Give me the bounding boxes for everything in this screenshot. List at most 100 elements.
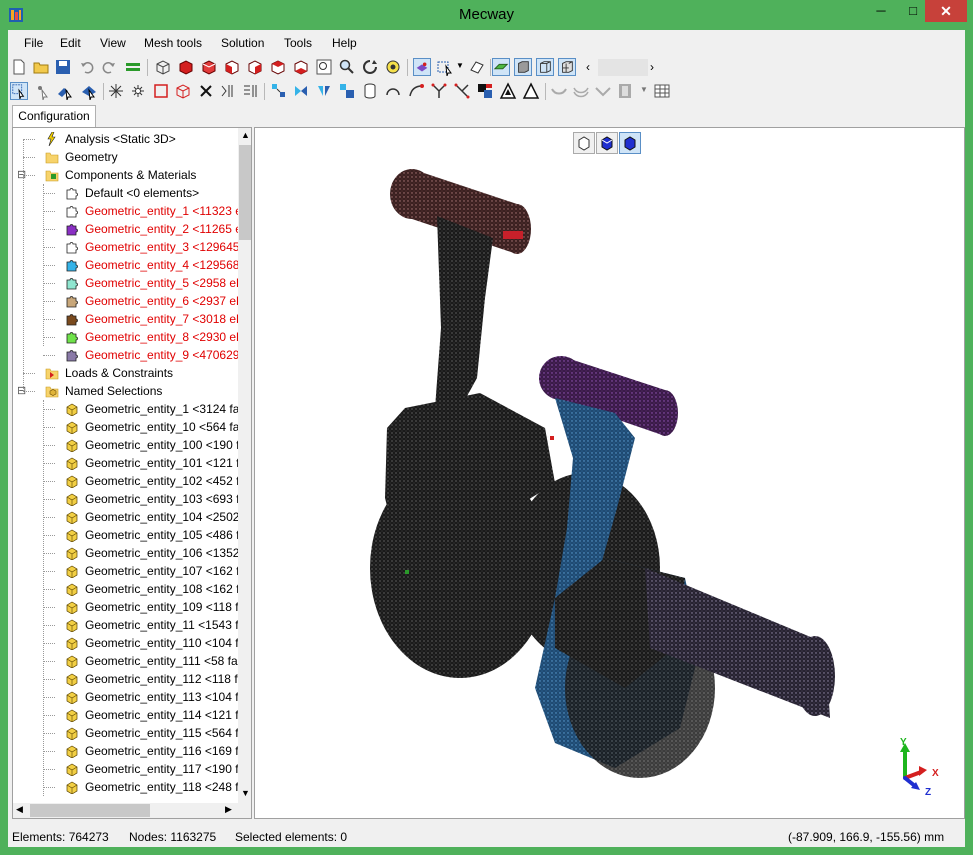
menu-help[interactable]: Help: [332, 36, 357, 50]
tree-item[interactable]: Geometric_entity_118 <248 fa: [13, 778, 245, 796]
open-folder-icon[interactable]: [32, 58, 50, 76]
tree-item[interactable]: Geometric_entity_11 <1543 fa: [13, 616, 245, 634]
node-move-icon[interactable]: [270, 82, 288, 100]
tree-item[interactable]: Geometric_entity_6 <2937 ele: [13, 292, 245, 310]
menu-view[interactable]: View: [100, 36, 126, 50]
menu-solution[interactable]: Solution: [221, 36, 264, 50]
menu-edit[interactable]: Edit: [60, 36, 81, 50]
render-mode-icon[interactable]: [413, 58, 431, 76]
save-icon[interactable]: [54, 58, 72, 76]
tree-item[interactable]: Geometric_entity_109 <118 fa: [13, 598, 245, 616]
tree-item[interactable]: Geometric_entity_112 <118 fa: [13, 670, 244, 688]
shell-alt-icon[interactable]: [572, 82, 590, 100]
3d-viewport[interactable]: Y X Z: [254, 127, 965, 819]
equals-icon[interactable]: [124, 58, 142, 76]
curve-icon[interactable]: [407, 82, 425, 100]
merge-icon[interactable]: [430, 82, 448, 100]
tree-item[interactable]: Geometric_entity_3 <129645: [13, 238, 239, 256]
arc-icon[interactable]: [384, 82, 402, 100]
tree-item[interactable]: Geometric_entity_9 <470629: [13, 346, 239, 364]
film-icon[interactable]: [616, 82, 634, 100]
rotate-icon[interactable]: [361, 58, 379, 76]
tree-item[interactable]: Geometric_entity_5 <2958 ele: [13, 274, 245, 292]
mesh-model[interactable]: [255, 128, 964, 818]
clip-icon[interactable]: [468, 58, 486, 76]
zoom-icon[interactable]: [338, 58, 356, 76]
tree-item[interactable]: Geometric_entity_110 <104 fa: [13, 634, 245, 652]
dropdown-arrow-icon[interactable]: ▼: [456, 61, 464, 70]
select-mode-icon[interactable]: [436, 58, 454, 76]
menu-file[interactable]: File: [24, 36, 43, 50]
extrude-icon[interactable]: [338, 82, 356, 100]
shell-alt2-icon[interactable]: [594, 82, 612, 100]
tree-item[interactable]: Geometric_entity_101 <121 fa: [13, 454, 246, 472]
node-star-icon[interactable]: [129, 82, 147, 100]
shaded-icon[interactable]: [492, 58, 510, 76]
tree-item[interactable]: Loads & Constraints: [13, 364, 239, 382]
table-icon[interactable]: [653, 82, 671, 100]
tree-item[interactable]: ⊟ Components & Materials: [13, 166, 239, 184]
select-node-icon[interactable]: [34, 82, 52, 100]
view-bottom-icon[interactable]: [292, 58, 310, 76]
redo-icon[interactable]: [100, 58, 118, 76]
tab-configuration[interactable]: Configuration: [12, 105, 96, 127]
scroll-right-icon[interactable]: ›: [650, 60, 654, 74]
paint-icon[interactable]: [476, 82, 494, 100]
measure-icon[interactable]: [219, 82, 237, 100]
tree-item[interactable]: Geometry: [13, 148, 239, 166]
solid-icon[interactable]: [514, 58, 532, 76]
align-icon[interactable]: [241, 82, 259, 100]
tree-item[interactable]: Geometric_entity_7 <3018 ele: [13, 310, 245, 328]
view-front-icon[interactable]: [177, 58, 195, 76]
select-element-icon[interactable]: [56, 82, 74, 100]
tree-item[interactable]: Geometric_entity_103 <693 fa: [13, 490, 246, 508]
select-face-icon[interactable]: [80, 82, 98, 100]
triangle-fill-icon[interactable]: [499, 82, 517, 100]
tree-item[interactable]: Analysis <Static 3D>: [13, 130, 239, 148]
tree-vertical-scrollbar[interactable]: ▲ ▼: [238, 128, 251, 803]
tree-item[interactable]: Geometric_entity_4 <129568: [13, 256, 239, 274]
scroll-left-icon[interactable]: ◀: [16, 804, 23, 815]
maximize-button[interactable]: □: [898, 0, 928, 22]
tree-item[interactable]: Geometric_entity_1 <11323 e: [13, 202, 242, 220]
new-file-icon[interactable]: [10, 58, 28, 76]
scroll-up-icon[interactable]: ▲: [241, 130, 250, 140]
cube-outline-icon[interactable]: [174, 82, 192, 100]
square-icon[interactable]: [152, 82, 170, 100]
scroll-right-icon[interactable]: ▶: [225, 804, 232, 815]
menu-tools[interactable]: Tools: [284, 36, 312, 50]
tree-hscroll-thumb[interactable]: [30, 804, 150, 817]
mirror-icon[interactable]: [315, 82, 333, 100]
tree-item[interactable]: Geometric_entity_105 <486 fa: [13, 526, 246, 544]
wireframe-cube-icon[interactable]: [154, 58, 172, 76]
tree-item[interactable]: Geometric_entity_104 <2502 f: [13, 508, 246, 526]
zoom-fit-icon[interactable]: [315, 58, 333, 76]
tree-scroll-thumb[interactable]: [239, 145, 251, 240]
minimize-button[interactable]: ─: [866, 0, 896, 22]
tree-item[interactable]: Geometric_entity_1 <3124 fac: [13, 400, 245, 418]
scroll-left-icon[interactable]: ‹: [586, 60, 590, 74]
tree-expander-icon[interactable]: ⊟: [17, 382, 26, 400]
tree-item[interactable]: Geometric_entity_10 <564 fac: [13, 418, 245, 436]
split-icon[interactable]: [453, 82, 471, 100]
triangle-icon[interactable]: [522, 82, 540, 100]
undo-icon[interactable]: [78, 58, 96, 76]
view-top-icon[interactable]: [269, 58, 287, 76]
mesh-icon[interactable]: [558, 58, 576, 76]
tree-item[interactable]: Default <0 elements>: [13, 184, 239, 202]
tree-item[interactable]: Geometric_entity_115 <564 fa: [13, 724, 245, 742]
view-back-icon[interactable]: [200, 58, 218, 76]
menu-mesh-tools[interactable]: Mesh tools: [144, 36, 202, 50]
shell-icon[interactable]: [550, 82, 568, 100]
cylinder-icon[interactable]: [361, 82, 379, 100]
tree-item[interactable]: Geometric_entity_108 <162 fa: [13, 580, 246, 598]
tree-item[interactable]: Geometric_entity_107 <162 fa: [13, 562, 246, 580]
tree-item[interactable]: Geometric_entity_106 <1352 f: [13, 544, 246, 562]
wire-icon[interactable]: [536, 58, 554, 76]
tree-item[interactable]: Geometric_entity_117 <190 fa: [13, 760, 245, 778]
tree-item[interactable]: ⊟ Named Selections: [13, 382, 239, 400]
configuration-tree[interactable]: Analysis <Static 3D> Geometry ⊟ Components …: [12, 127, 252, 819]
dropdown-arrow-icon[interactable]: ▼: [640, 85, 648, 94]
close-button[interactable]: ✕: [925, 0, 967, 22]
tree-expander-icon[interactable]: ⊟: [17, 166, 26, 184]
